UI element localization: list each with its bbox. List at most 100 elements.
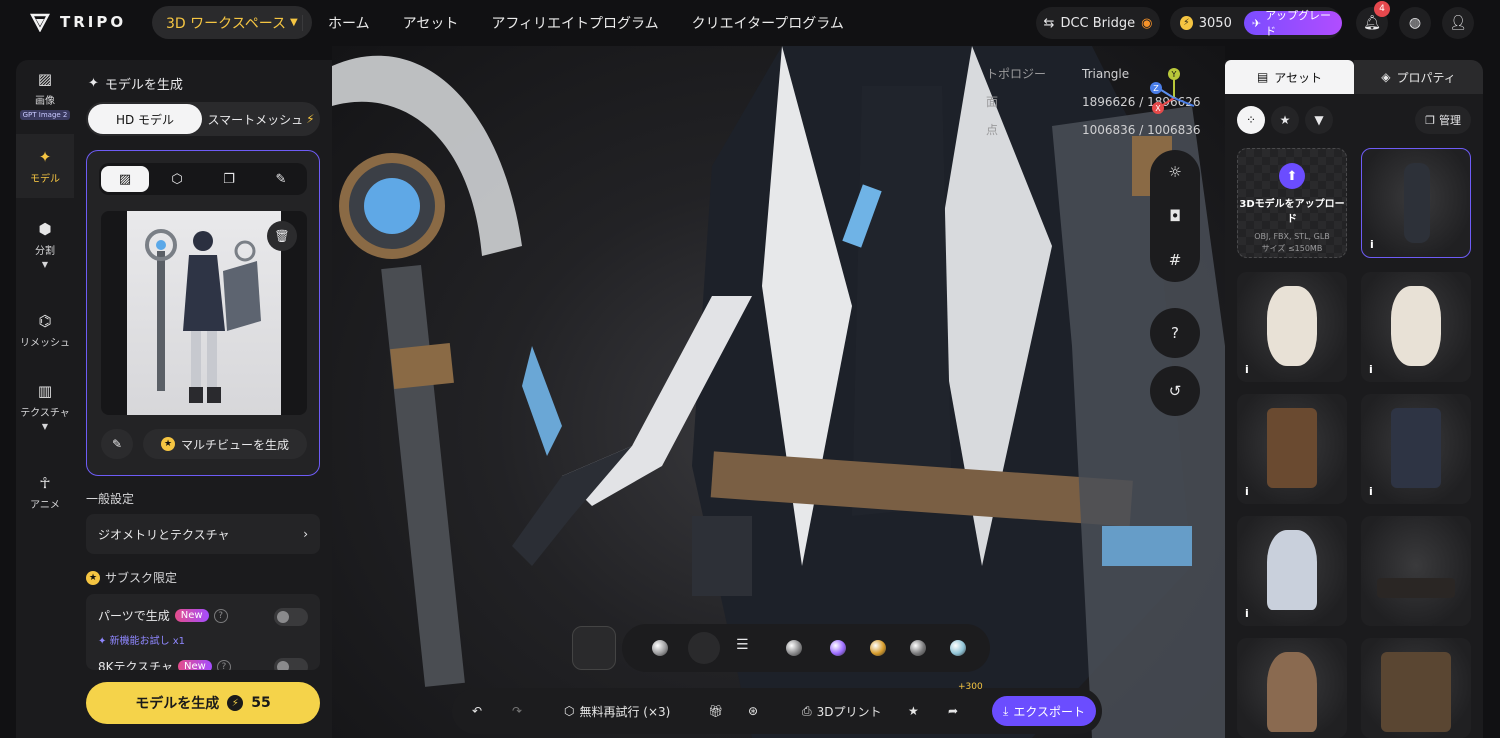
tool-rail: ▨ 画像 GPT Image 2 ✦ モデル ⬢ 分割 ▼ ⌬ リメッシュ ▥ … (16, 60, 74, 738)
rail-item-remesh[interactable]: ⌬ リメッシュ (16, 312, 74, 352)
rocket-icon: ✈ (1251, 16, 1262, 30)
undo-button[interactable]: ↶ (472, 688, 482, 734)
upgrade-button[interactable]: ✈ アップグレード (1243, 9, 1342, 38)
3d-viewport[interactable]: トポロジー Triangle 面 1896626 / 1896626 点 100683… (332, 46, 1225, 738)
nav-creator[interactable]: クリエイタープログラム (692, 13, 844, 33)
panel-title-text: モデルを生成 (104, 78, 183, 93)
generate-label: モデルを生成 (135, 696, 220, 712)
star-icon: ★ (1279, 113, 1291, 127)
view-thumbnail[interactable] (572, 626, 616, 670)
retry-button[interactable]: ⬡ 無料再試行 (×3) (564, 688, 670, 734)
chevron-right-icon: › (303, 527, 308, 541)
filter-favorites-button[interactable]: ★ (1271, 106, 1299, 134)
language-button[interactable]: ◍ (1399, 7, 1431, 39)
stats-key: トポロジー (986, 67, 1047, 81)
lighting-button[interactable]: ☼ (1168, 150, 1181, 194)
print3d-button[interactable]: ⎙ 3Dプリント (802, 688, 882, 734)
subscription-heading: ★ サブスク限定 (86, 569, 177, 586)
share-icon: ➦ (948, 704, 959, 718)
asset-tile[interactable]: i (1237, 516, 1347, 626)
material-ball[interactable] (950, 640, 966, 656)
history-button[interactable]: ↺ (1150, 366, 1200, 416)
mode-hd-button[interactable]: HD モデル (88, 104, 202, 134)
redo-button[interactable]: ↷ (512, 688, 522, 734)
geometry-texture-row[interactable]: ジオメトリとテクスチャ › (86, 514, 320, 554)
material-ball[interactable] (830, 640, 846, 656)
rail-item-image[interactable]: ▨ 画像 GPT Image 2 (16, 70, 74, 130)
nav-affiliate[interactable]: アフィリエイトプログラム (491, 13, 658, 33)
share-button[interactable]: ➦ (948, 688, 958, 734)
material-ball[interactable] (786, 640, 802, 656)
material-ball[interactable] (652, 640, 668, 656)
filter-all-button[interactable]: ⁘ (1237, 106, 1265, 134)
trash-icon: 🗑︎ (274, 229, 290, 243)
multiview-button[interactable]: ★ マルチビューを生成 (143, 429, 307, 459)
asset-tile[interactable] (1361, 516, 1471, 626)
material-ball-selected[interactable] (688, 632, 720, 664)
app-root: TRIPO 3D ワークスペース ▼ ホーム アセット アフィリエイトプログラム… (0, 0, 1500, 738)
tab-3d-input[interactable]: ⬡ (153, 166, 201, 192)
manage-button[interactable]: ❐ 管理 (1415, 106, 1471, 134)
tab-properties[interactable]: ◈ プロパティ (1354, 60, 1483, 94)
tab-assets[interactable]: ▤ アセット (1225, 60, 1354, 94)
tab-multi-image-input[interactable]: ❐ (205, 166, 253, 192)
material-ball[interactable] (870, 640, 886, 656)
texture-8k-toggle[interactable] (274, 658, 308, 670)
image-preview[interactable]: 🗑︎ (101, 211, 307, 415)
info-icon[interactable]: i (1369, 363, 1373, 376)
material-bar: ☰ (622, 624, 990, 672)
account-button[interactable]: 👤︎ (1442, 7, 1474, 39)
filter-button[interactable]: ▼ (1305, 106, 1333, 134)
mode-smart-button[interactable]: スマートメッシュ ⚡ (204, 104, 318, 134)
asset-thumbnail (1267, 408, 1317, 488)
figure-icon: ☥ (39, 474, 51, 492)
help-icon[interactable]: ? (216, 659, 231, 670)
upload-formats-text: OBJ, FBX, STL, GLB (1254, 232, 1330, 241)
material-ball[interactable] (910, 640, 926, 656)
asset-tile[interactable] (1237, 638, 1347, 738)
generate-cost: 55 (251, 695, 271, 711)
sliders-icon[interactable]: ☰ (736, 637, 749, 653)
asset-tile[interactable]: i (1361, 394, 1471, 504)
gift-button[interactable]: 🎁︎ (708, 688, 723, 734)
stats-key: 点 (986, 123, 999, 137)
rail-item-model[interactable]: ✦ モデル (16, 134, 74, 198)
nav-home[interactable]: ホーム (328, 13, 370, 33)
asset-tile[interactable]: i (1237, 272, 1347, 382)
info-icon[interactable]: i (1245, 485, 1249, 498)
parts-toggle[interactable] (274, 608, 308, 626)
camera-button[interactable]: ◘ (1169, 194, 1181, 238)
tab-sketch-input[interactable]: ✎ (257, 166, 305, 192)
info-icon[interactable]: i (1369, 485, 1373, 498)
planet-button[interactable]: ⊛ (748, 688, 758, 734)
notification-button[interactable]: 🔔︎ 4 (1356, 1, 1390, 39)
delete-image-button[interactable]: 🗑︎ (267, 221, 297, 251)
input-card: ▨ ⬡ ❐ ✎ 🗑︎ ✎ ★ マルチビューを生成 (86, 150, 320, 476)
tab-image-input[interactable]: ▨ (101, 166, 149, 192)
rail-item-texture[interactable]: ▥ テクスチャ ▼ (16, 382, 74, 442)
info-icon[interactable]: i (1245, 363, 1249, 376)
info-icon[interactable]: i (1370, 238, 1374, 251)
workspace-dropdown[interactable]: 3D ワークスペース ▼ (152, 6, 312, 39)
help-icon[interactable]: ? (213, 608, 228, 623)
generate-model-button[interactable]: モデルを生成 ⚡ 55 (86, 682, 320, 724)
axis-gizmo[interactable]: Y X Z (1144, 66, 1204, 122)
subscription-label: サブスク限定 (105, 571, 178, 585)
info-icon[interactable]: i (1245, 607, 1249, 620)
asset-tile[interactable]: i (1237, 394, 1347, 504)
asset-tile[interactable] (1361, 638, 1471, 738)
logo[interactable]: TRIPO (30, 12, 126, 32)
nav-assets[interactable]: アセット (403, 13, 459, 33)
asset-tile[interactable]: i (1361, 148, 1471, 258)
help-button[interactable]: ? (1150, 308, 1200, 358)
dcc-bridge-button[interactable]: ⇆ DCC Bridge ◉ (1036, 7, 1160, 39)
rail-item-anime[interactable]: ☥ アニメ (16, 474, 74, 514)
upload-model-tile[interactable]: ⬆ 3Dモデルをアップロード OBJ, FBX, STL, GLB サイズ ≤1… (1237, 148, 1347, 258)
asset-tile[interactable]: i (1361, 272, 1471, 382)
grid-button[interactable]: # (1169, 238, 1182, 282)
export-button[interactable]: ⤓ エクスポート (992, 696, 1096, 726)
favorite-button[interactable]: ★ (908, 688, 919, 734)
parts-option: パーツで生成 New ? (98, 607, 228, 624)
rail-item-split[interactable]: ⬢ 分割 ▼ (16, 220, 74, 280)
edit-image-button[interactable]: ✎ (101, 429, 133, 459)
